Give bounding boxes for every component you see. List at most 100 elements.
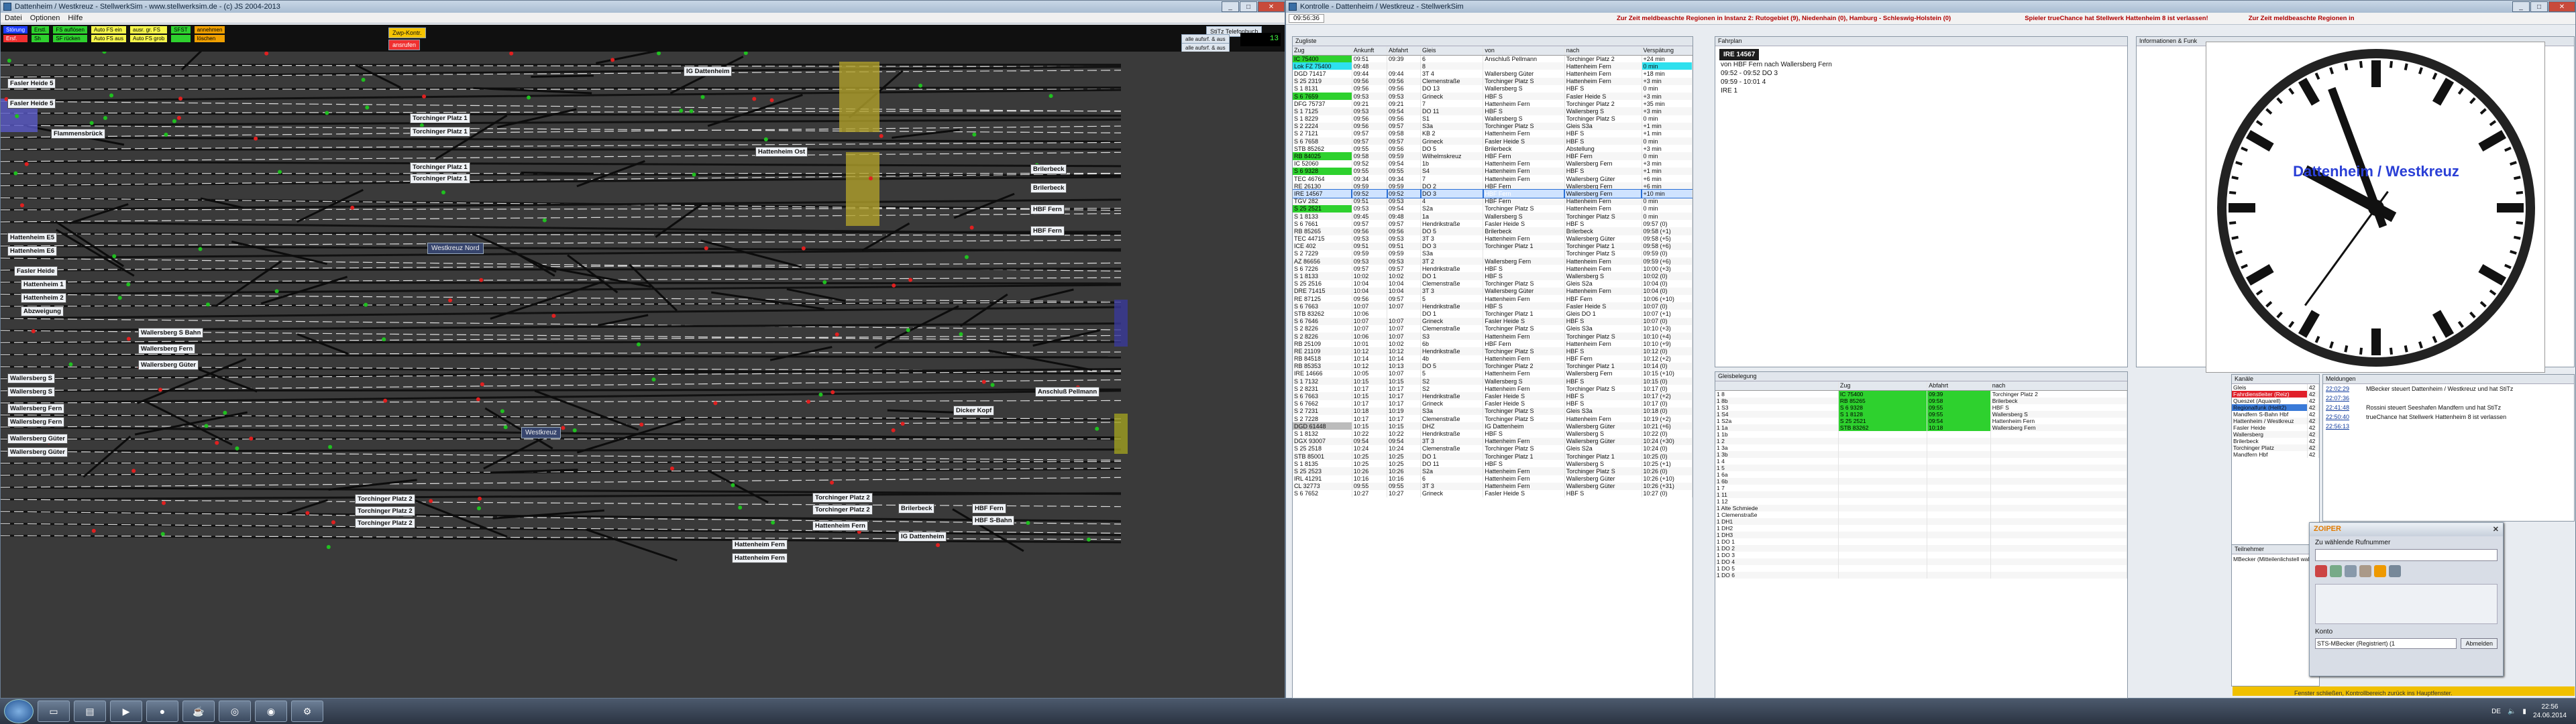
signal-lamp[interactable]: [822, 280, 827, 285]
settings-icon[interactable]: [2389, 565, 2401, 577]
menu-hilfe[interactable]: Hilfe: [64, 14, 87, 22]
zug-row[interactable]: S 1 7132 10:15 10:15 S2 Wallersberg S HBF S 10…: [1293, 377, 1693, 385]
signal-lamp[interactable]: [249, 436, 254, 441]
zug-row[interactable]: STB 85001 10:25 10:25 DO 1 Torchinger Platz …: [1293, 452, 1693, 461]
kanal-row[interactable]: Torchinger Platz 42: [2232, 444, 2319, 451]
zug-row[interactable]: S 2 7231 10:18 10:19 S3a Torchinger Platz SG…: [1293, 407, 1693, 415]
signal-lamp[interactable]: [164, 132, 168, 137]
contacts-icon[interactable]: [2345, 565, 2357, 577]
volume-icon[interactable]: 🔈: [2508, 708, 2516, 715]
history-icon[interactable]: [2359, 565, 2371, 577]
hangup-icon[interactable]: [2315, 565, 2327, 577]
gleis-row[interactable]: 1 12: [1715, 497, 2127, 505]
signal-lamp[interactable]: [89, 121, 94, 125]
track-exit-label[interactable]: Torchinger Platz 1: [410, 127, 470, 137]
zug-row[interactable]: S 2 8226 10:06 10:07 S3 Hattenheim Fern Torch…: [1293, 332, 1693, 341]
track-segment[interactable]: [297, 333, 349, 355]
signal-lamp[interactable]: [752, 97, 757, 101]
track-exit-label[interactable]: IG Dattenheim: [684, 66, 733, 76]
java-icon[interactable]: ☕: [182, 701, 215, 722]
zug-row[interactable]: TEC 46764 09:34 09:34 7 Hattenheim Fern Walle…: [1293, 175, 1693, 183]
browser-icon[interactable]: ◉: [255, 701, 287, 722]
signal-lamp[interactable]: [235, 446, 239, 450]
signal-lamp[interactable]: [278, 170, 282, 174]
menu-datei[interactable]: Datei: [1, 14, 26, 22]
explorer-icon[interactable]: ▭: [38, 701, 70, 722]
signal-lamp[interactable]: [31, 329, 36, 334]
track-segment[interactable]: [69, 203, 129, 225]
signal-lamp[interactable]: [91, 528, 96, 533]
zug-row[interactable]: IC 52060 09:52 09:54 1b Hattenheim Fern Walle…: [1293, 160, 1693, 168]
track-exit-label[interactable]: HBF S-Bahn: [972, 516, 1015, 526]
close-button[interactable]: ✕: [2548, 1, 2575, 12]
gleis-row[interactable]: 1 DO 5: [1715, 564, 2127, 572]
track-segment[interactable]: [1, 101, 1122, 112]
signal-lamp[interactable]: [908, 278, 913, 282]
signal-lamp[interactable]: [1026, 520, 1030, 525]
column-header[interactable]: Zug: [1838, 381, 1928, 391]
track-exit-label[interactable]: Wallersberg S: [7, 373, 56, 383]
track-exit-label[interactable]: Wallersberg Fern: [7, 417, 65, 427]
track-segment[interactable]: [1, 176, 1122, 187]
zug-row[interactable]: IRE 14567 09:52 09:52 DO 3 HBF Fern Wallersbe…: [1293, 189, 1693, 198]
zug-row[interactable]: S 25 2521 09:53 09:54 S2a Torchinger Platz S…: [1293, 204, 1693, 213]
legend-button[interactable]: [171, 35, 191, 42]
track-exit-label[interactable]: Brilerbeck: [898, 503, 935, 514]
track-segment[interactable]: [700, 239, 802, 268]
signal-lamp[interactable]: [13, 171, 18, 176]
zug-row[interactable]: S 2 7121 09:57 09:58 KB 2 Hattenheim Fern HBF…: [1293, 129, 1693, 138]
zug-row[interactable]: IC 75400 09:51 09:39 6 Anschluß Pellmann Torc…: [1293, 55, 1693, 63]
track-exit-label[interactable]: Torchinger Platz 2: [812, 505, 873, 515]
zug-row[interactable]: S 2 8226 10:07 10:07 Clemenstraße Torchinger…: [1293, 324, 1693, 333]
track-segment[interactable]: [1, 141, 1122, 150]
log-time[interactable]: 22:02:29: [2326, 385, 2359, 392]
track-segment[interactable]: [959, 293, 1008, 327]
zug-row[interactable]: TEC 44715 09:53 09:53 3T 3 Hattenheim Fern Wa…: [1293, 235, 1693, 243]
zug-row[interactable]: TGV 282 09:51 09:53 4 HBF Fern Hattenheim Fer…: [1293, 197, 1693, 205]
track-exit-label[interactable]: Brilerbeck: [1030, 164, 1067, 174]
signal-lamp[interactable]: [636, 342, 641, 347]
line-panel[interactable]: [2315, 584, 2498, 624]
track-exit-label[interactable]: Anschluß Pellmann: [1035, 387, 1100, 397]
signal-lamp[interactable]: [479, 278, 484, 282]
signal-lamp[interactable]: [700, 95, 705, 99]
kanal-row[interactable]: Hattenheim / Westkreuz 42: [2232, 418, 2319, 424]
signal-lamp[interactable]: [158, 387, 162, 392]
gleis-row[interactable]: 1 S3 S 6 9328 09:55 HBF S: [1715, 404, 2127, 411]
legend-button[interactable]: Sh: [32, 35, 50, 42]
track-segment[interactable]: [231, 240, 327, 265]
legend-button[interactable]: Ersf.: [3, 35, 28, 42]
zug-row[interactable]: STB 83262 10:06 DO 1 Torchinger Platz 1 Glei…: [1293, 310, 1693, 318]
legend-button[interactable]: annehmen: [194, 26, 225, 34]
track-segment[interactable]: [1, 450, 1122, 461]
track-segment[interactable]: [1, 277, 1122, 283]
signal-lamp[interactable]: [1049, 94, 1053, 99]
zug-row[interactable]: S 2 7229 09:59 09:59 S3a Torchinger Platz S0…: [1293, 249, 1693, 258]
signal-lamp[interactable]: [126, 282, 131, 287]
signal-lamp[interactable]: [964, 255, 969, 259]
signal-lamp[interactable]: [350, 205, 355, 210]
track-segment[interactable]: [1, 125, 1122, 138]
gleis-row[interactable]: 1 Clemenstraße: [1715, 511, 2127, 518]
signal-lamp[interactable]: [657, 52, 661, 56]
zug-row[interactable]: S 1 8133 10:02 10:02 DO 1 HBF S Wallersberg S…: [1293, 272, 1693, 280]
signal-lamp[interactable]: [830, 480, 835, 485]
track-exit-label[interactable]: Fasler Heide 5: [7, 99, 56, 109]
signal-lamp[interactable]: [178, 97, 183, 101]
track-segment[interactable]: [83, 435, 131, 478]
log-time[interactable]: 22:50:40: [2326, 414, 2359, 420]
column-header[interactable]: nach: [1564, 46, 1642, 56]
conference-icon[interactable]: [2374, 565, 2386, 577]
kanal-row[interactable]: Fasler Heide 42: [2232, 424, 2319, 431]
signal-lamp[interactable]: [542, 218, 547, 223]
track-segment[interactable]: [769, 346, 833, 361]
column-header[interactable]: nach: [1990, 381, 2127, 391]
signal-lamp[interactable]: [738, 505, 743, 510]
legend-button[interactable]: Auto FS ein: [91, 26, 126, 34]
zug-row[interactable]: STB 85262 09:55 09:56 DO 5 Brilerbeck Abstell…: [1293, 145, 1693, 153]
legend-button[interactable]: ausr. gr. FS: [130, 26, 168, 34]
signal-lamp[interactable]: [172, 119, 176, 123]
track-exit-label[interactable]: Wallersberg Fern: [138, 344, 196, 354]
track-segment[interactable]: [1030, 288, 1074, 301]
signal-lamp[interactable]: [383, 398, 388, 403]
